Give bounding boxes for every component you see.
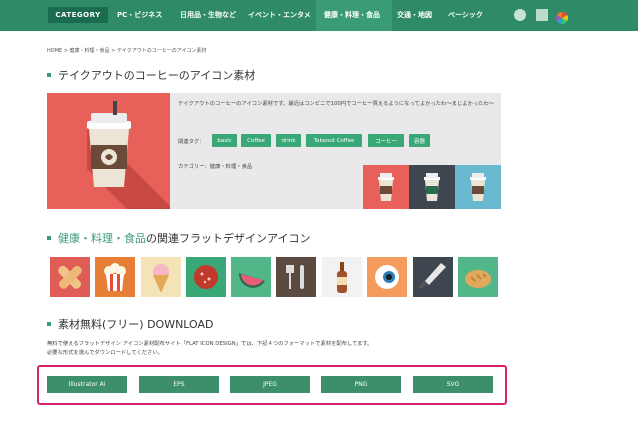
download-description: 無料で使えるフラットデザイン アイコン素材配布サイト「FLAT ICON DES… (47, 340, 373, 358)
nav-item-daily-goods[interactable]: 日用品・生物など (180, 8, 236, 22)
title-bullet (47, 73, 51, 77)
title-bullet (47, 322, 51, 326)
related-category-link[interactable]: 健康・料理・食品 (58, 230, 146, 246)
watermelon-icon[interactable] (231, 257, 271, 297)
nav-item-basic[interactable]: ベーシック (448, 8, 483, 22)
square-icon[interactable] (536, 9, 548, 21)
tag-coffee-jp[interactable]: コーヒー (368, 134, 404, 147)
bandage-icon[interactable] (50, 257, 90, 297)
nav-item-pc-business[interactable]: PC・ビジネス (117, 8, 162, 22)
download-jpeg-button[interactable]: JPEG (230, 376, 310, 393)
color-wheel-icon[interactable] (555, 9, 569, 25)
color-variant-red-thumb[interactable] (363, 165, 409, 209)
nav-item-transport-map[interactable]: 交通・地図 (397, 8, 432, 22)
download-eps-button[interactable]: EPS (139, 376, 219, 393)
ice-cream-icon[interactable] (141, 257, 181, 297)
bread-icon[interactable] (458, 257, 498, 297)
cutlery-icon[interactable] (276, 257, 316, 297)
top-navigation-bar: CATEGORY PC・ビジネス 日用品・生物など イベント・エンタメ 健康・料… (0, 0, 638, 31)
download-png-button[interactable]: PNG (321, 376, 401, 393)
popcorn-icon[interactable] (95, 257, 135, 297)
page-title: テイクアウトのコーヒーのアイコン素材 (47, 67, 255, 83)
related-title-rest: の関連フラットデザインアイコン (146, 232, 311, 245)
download-text-line1: 無料で使えるフラットデザイン アイコン素材配布サイト「FLAT ICON DES… (47, 341, 373, 347)
title-bullet (47, 236, 51, 240)
color-variant-blue-thumb[interactable] (455, 165, 501, 209)
beer-bottle-icon[interactable] (322, 257, 362, 297)
tag-basic[interactable]: basic (212, 134, 237, 147)
breadcrumb[interactable]: HOME > 健康・料理・食品 > テイクアウトのコーヒーのアイコン素材 (47, 47, 207, 54)
download-text-line2: 必要な形式を選んでダウンロードしてください。 (47, 350, 163, 356)
salami-icon[interactable] (186, 257, 226, 297)
download-section-title: 素材無料(フリー) DOWNLOAD (47, 316, 214, 332)
tag-coffee[interactable]: Coffee (241, 134, 271, 147)
takeout-coffee-icon (47, 93, 170, 209)
color-variant-dark-thumb[interactable] (409, 165, 455, 209)
category-text[interactable]: カテゴリー：健康・料理・食品 (178, 162, 252, 170)
description-text: テイクアウトのコーヒーのアイコン素材です。最近はコンビニで100円でコーヒー買え… (178, 101, 495, 107)
nav-item-events[interactable]: イベント・エンタメ (248, 8, 311, 22)
download-svg-button[interactable]: SVG (413, 376, 493, 393)
download-illustrator-button[interactable]: Illustrator Ai (47, 376, 127, 393)
tag-takeout-coffee[interactable]: Takeout Coffee (306, 134, 362, 147)
category-button[interactable]: CATEGORY (48, 7, 108, 23)
download-title-text: 素材無料(フリー) DOWNLOAD (58, 318, 214, 331)
related-section-title: 健康・料理・食品 の関連フラットデザインアイコン (47, 230, 310, 246)
tag-drink[interactable]: drink (276, 134, 301, 147)
nav-item-health-food[interactable]: 健康・料理・食品 (324, 8, 380, 22)
tag-container[interactable]: 容器 (409, 134, 430, 147)
tags-label: 関連タグ： (178, 139, 205, 145)
knife-icon[interactable] (413, 257, 453, 297)
circle-icon[interactable] (514, 9, 526, 21)
eyeball-icon[interactable] (367, 257, 407, 297)
page-title-text: テイクアウトのコーヒーのアイコン素材 (58, 69, 256, 82)
